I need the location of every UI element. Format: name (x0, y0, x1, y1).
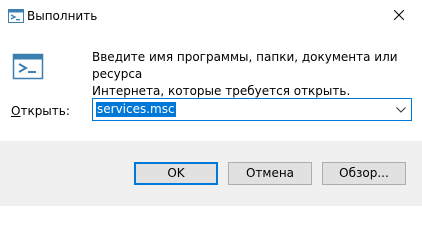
open-label: Открыть: (11, 103, 70, 119)
close-button[interactable] (376, 0, 422, 31)
window-title: Выполнить (27, 9, 98, 23)
button-bar: OK Отмена Обзор... (0, 141, 422, 206)
run-dialog: Выполнить Введите имя программы, папки, … (0, 0, 422, 206)
close-icon (393, 9, 405, 23)
open-input[interactable]: services.msc (96, 102, 176, 117)
run-large-icon (12, 50, 44, 82)
description-line-1: Введите имя программы, папки, документа … (92, 50, 398, 81)
title-bar: Выполнить (0, 0, 422, 32)
browse-button[interactable]: Обзор... (322, 162, 406, 185)
open-label-text: ткрыть: (20, 104, 70, 118)
ok-button[interactable]: OK (134, 162, 218, 185)
open-combobox[interactable]: services.msc (92, 98, 412, 121)
chevron-down-icon[interactable] (393, 101, 409, 118)
run-icon (8, 9, 24, 23)
description-text: Введите имя программы, папки, документа … (92, 49, 412, 100)
cancel-button[interactable]: Отмена (228, 162, 312, 185)
